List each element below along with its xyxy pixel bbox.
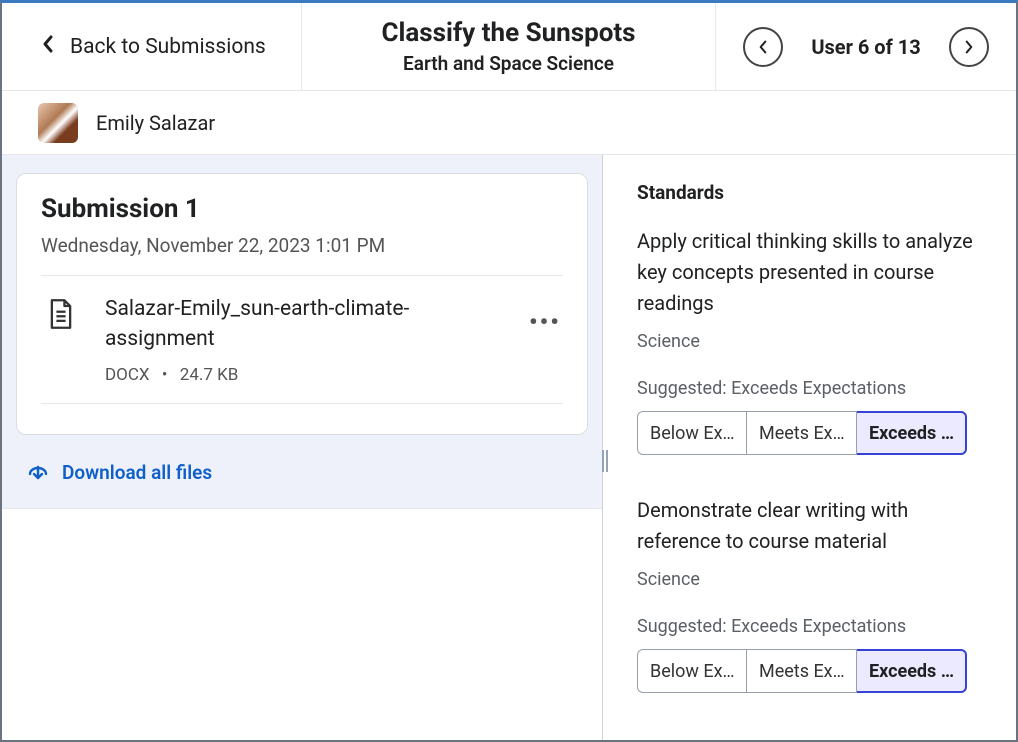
- file-size: 24.7 KB: [180, 365, 239, 385]
- standard-item: Demonstrate clear writing with reference…: [637, 495, 982, 693]
- rating-button-group: Below Ex…Meets Ex…Exceeds …: [637, 649, 982, 693]
- submission-title: Submission 1: [41, 194, 563, 224]
- submission-panel: Submission 1 Wednesday, November 22, 202…: [2, 155, 602, 740]
- back-to-submissions-link[interactable]: Back to Submissions: [2, 3, 302, 90]
- standard-suggested: Suggested: Exceeds Expectations: [637, 616, 982, 637]
- standard-suggested: Suggested: Exceeds Expectations: [637, 378, 982, 399]
- assignment-title: Classify the Sunspots: [381, 18, 635, 48]
- previous-user-button[interactable]: [743, 27, 783, 67]
- rating-button[interactable]: Below Ex…: [637, 649, 747, 693]
- submission-date: Wednesday, November 22, 2023 1:01 PM: [41, 234, 563, 257]
- user-position-label: User 6 of 13: [811, 35, 920, 59]
- submission-card: Submission 1 Wednesday, November 22, 202…: [16, 173, 588, 435]
- standards-panel: Standards Apply critical thinking skills…: [602, 155, 1016, 740]
- standard-item: Apply critical thinking skills to analyz…: [637, 226, 982, 455]
- panel-resize-handle[interactable]: [602, 449, 608, 473]
- rating-button[interactable]: Meets Ex…: [747, 649, 857, 693]
- file-type: DOCX: [105, 365, 150, 385]
- back-label: Back to Submissions: [70, 35, 266, 59]
- top-bar: Back to Submissions Classify the Sunspot…: [2, 3, 1016, 91]
- standard-description: Apply critical thinking skills to analyz…: [637, 226, 982, 319]
- download-all-files-link[interactable]: Download all files: [16, 435, 588, 508]
- user-pager: User 6 of 13: [716, 3, 1016, 90]
- document-icon: [41, 294, 81, 330]
- file-more-actions-button[interactable]: •••: [529, 294, 563, 336]
- assignment-title-block: Classify the Sunspots Earth and Space Sc…: [302, 3, 716, 90]
- course-name: Earth and Space Science: [403, 52, 614, 75]
- standards-heading: Standards: [637, 181, 982, 204]
- rating-button[interactable]: Exceeds …: [857, 411, 967, 455]
- file-row[interactable]: Salazar-Emily_sun-earth-climate-assignme…: [41, 275, 563, 404]
- chevron-left-icon: [42, 35, 54, 59]
- next-user-button[interactable]: [949, 27, 989, 67]
- file-subinfo: DOCX • 24.7 KB: [105, 365, 505, 385]
- student-name: Emily Salazar: [96, 111, 215, 135]
- rating-button[interactable]: Below Ex…: [637, 411, 747, 455]
- rating-button[interactable]: Meets Ex…: [747, 411, 857, 455]
- standard-description: Demonstrate clear writing with reference…: [637, 495, 982, 557]
- separator-dot: •: [162, 365, 168, 385]
- standard-subject: Science: [637, 331, 982, 352]
- student-header-row: Emily Salazar: [2, 91, 1016, 155]
- download-all-label: Download all files: [62, 461, 212, 484]
- rating-button-group: Below Ex…Meets Ex…Exceeds …: [637, 411, 982, 455]
- file-meta: Salazar-Emily_sun-earth-climate-assignme…: [105, 294, 505, 385]
- standard-subject: Science: [637, 569, 982, 590]
- download-icon: [26, 459, 50, 486]
- file-name: Salazar-Emily_sun-earth-climate-assignme…: [105, 294, 505, 355]
- avatar: [38, 103, 78, 143]
- rating-button[interactable]: Exceeds …: [857, 649, 967, 693]
